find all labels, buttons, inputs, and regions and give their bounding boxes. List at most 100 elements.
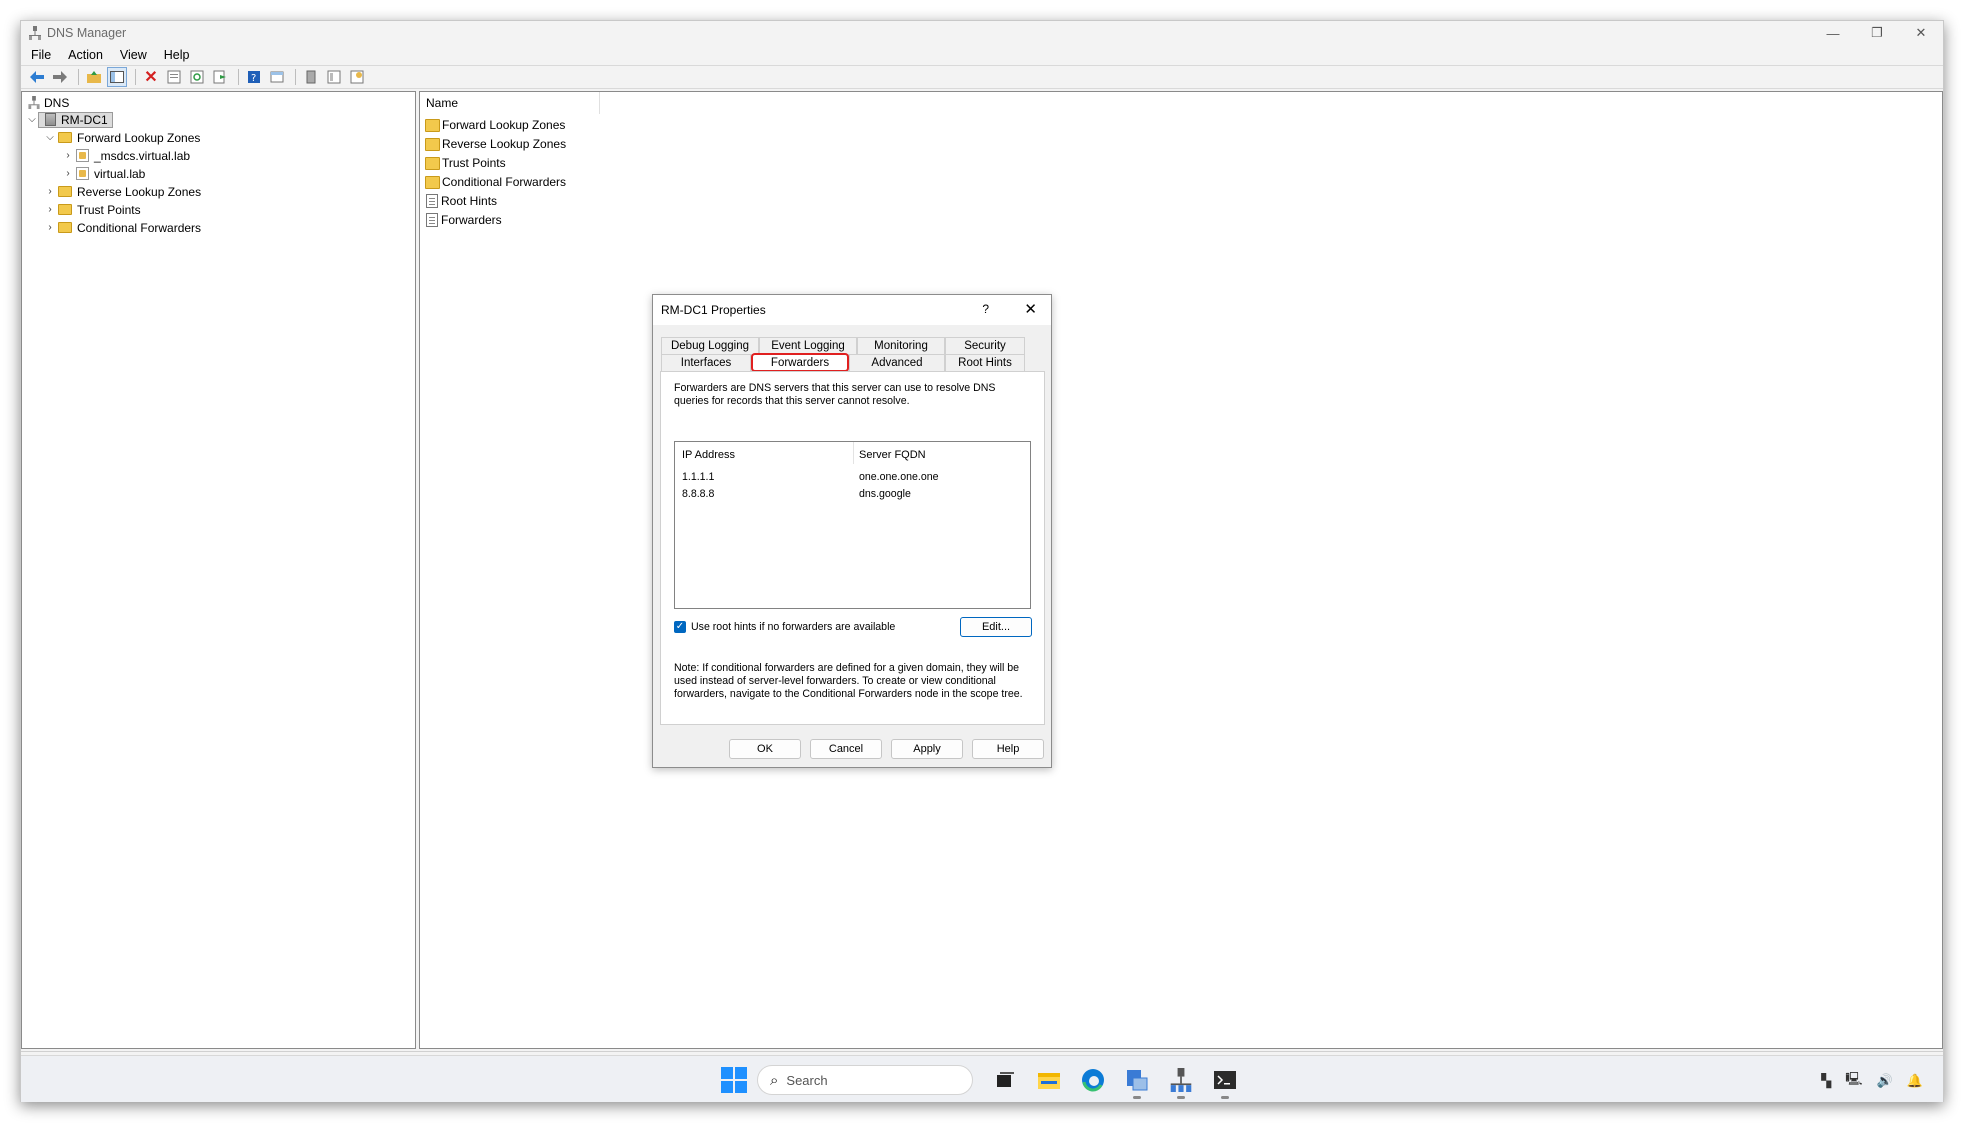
notification-bell-icon[interactable]: 🔔 [1907, 1073, 1923, 1089]
tree-node-trust-points[interactable]: › Trust Points [44, 201, 140, 218]
taskbar: ⌕ Search ▚ 🖳 🔊 🔔 [21, 1055, 1943, 1102]
tab-root-hints[interactable]: Root Hints [945, 354, 1025, 371]
network-icon[interactable]: 🖳 [1845, 1070, 1862, 1092]
file-explorer-icon[interactable] [1035, 1066, 1063, 1094]
use-root-hints-checkbox[interactable]: ✓ [674, 621, 686, 633]
dns-manager-taskbar-icon[interactable] [1167, 1066, 1195, 1099]
edit-button[interactable]: Edit... [960, 617, 1032, 637]
forwarders-list[interactable]: IP Address Server FQDN 1.1.1.1 one.one.o… [674, 441, 1031, 609]
tree-label-server: RM-DC1 [61, 112, 108, 127]
list-item[interactable]: Forwarders [424, 211, 502, 229]
server-properties-dialog: RM-DC1 Properties ? ✕ Debug Logging Even… [652, 294, 1052, 768]
menu-help[interactable]: Help [164, 48, 190, 62]
server-manager-icon[interactable] [1123, 1066, 1151, 1099]
edge-browser-icon[interactable] [1079, 1066, 1107, 1094]
apply-button[interactable]: Apply [891, 739, 963, 759]
tree-node-conditional-forwarders[interactable]: › Conditional Forwarders [44, 219, 201, 236]
export-list-icon[interactable] [210, 67, 230, 87]
ok-button[interactable]: OK [729, 739, 801, 759]
menu-action[interactable]: Action [68, 48, 103, 62]
tab-forwarders[interactable]: Forwarders [751, 353, 849, 372]
tab-debug-logging[interactable]: Debug Logging [661, 337, 759, 354]
tree-node-dns[interactable]: DNS [26, 94, 69, 111]
tree-label-dns: DNS [44, 95, 70, 110]
column-header-name[interactable]: Name [420, 92, 600, 114]
chevron-right-icon[interactable]: › [62, 150, 74, 161]
cancel-button[interactable]: Cancel [810, 739, 882, 759]
taskbar-search[interactable]: ⌕ Search [757, 1065, 973, 1095]
chevron-down-icon[interactable]: ⌵ [44, 132, 56, 143]
console-view-icon[interactable] [267, 67, 287, 87]
dns-icon [28, 96, 40, 109]
refresh-icon[interactable] [187, 67, 207, 87]
list-item-label: Forwarders [441, 213, 502, 227]
document-icon [426, 213, 438, 227]
list-item-label: Forward Lookup Zones [442, 118, 566, 132]
menu-view[interactable]: View [120, 48, 147, 62]
chevron-right-icon[interactable]: › [62, 168, 74, 179]
list-item[interactable]: Root Hints [424, 192, 497, 210]
menu-bar: File Action View Help [21, 45, 1943, 65]
chevron-right-icon[interactable]: › [44, 222, 56, 233]
server-icon[interactable] [301, 67, 321, 87]
delete-icon[interactable]: ✕ [141, 67, 161, 87]
chevron-right-icon[interactable]: › [44, 186, 56, 197]
tree-node-zone-virtual-lab[interactable]: › virtual.lab [62, 165, 145, 182]
zone-list-icon[interactable] [324, 67, 344, 87]
windows-start-icon[interactable] [721, 1067, 747, 1093]
properties-icon[interactable] [164, 67, 184, 87]
list-item[interactable]: Trust Points [424, 154, 506, 172]
help-button[interactable]: Help [972, 739, 1044, 759]
terminal-icon[interactable] [1211, 1066, 1239, 1099]
folder-icon [425, 137, 440, 151]
toolbar-separator [295, 69, 296, 85]
document-icon [426, 194, 438, 208]
help-icon[interactable]: ? [244, 67, 264, 87]
column-header-ip[interactable]: IP Address [682, 449, 735, 461]
help-question-icon[interactable]: ? [982, 302, 989, 316]
list-item[interactable]: Conditional Forwarders [424, 173, 566, 191]
record-icon[interactable] [347, 67, 367, 87]
toolbar-separator [238, 69, 239, 85]
folder-icon [58, 132, 72, 143]
restore-button[interactable]: ❐ [1855, 21, 1899, 45]
forward-icon[interactable] [50, 67, 70, 87]
list-item[interactable]: Forward Lookup Zones [424, 116, 565, 134]
tree-node-reverse-zones[interactable]: › Reverse Lookup Zones [44, 183, 201, 200]
selected-server-node[interactable]: RM-DC1 [38, 111, 113, 128]
server-icon [45, 113, 56, 126]
tab-advanced[interactable]: Advanced [849, 354, 945, 371]
tree-node-server[interactable]: ⌵ RM-DC1 [26, 111, 113, 128]
tab-monitoring[interactable]: Monitoring [857, 337, 945, 354]
list-item[interactable]: Reverse Lookup Zones [424, 135, 566, 153]
tab-event-logging[interactable]: Event Logging [759, 337, 857, 354]
tab-interfaces[interactable]: Interfaces [661, 354, 751, 371]
volume-icon[interactable]: 🔊 [1877, 1073, 1893, 1089]
forwarder-ip[interactable]: 8.8.8.8 [682, 488, 714, 500]
forwarder-ip[interactable]: 1.1.1.1 [682, 471, 714, 483]
task-view-icon[interactable] [991, 1066, 1019, 1094]
close-icon[interactable]: ✕ [1024, 300, 1037, 318]
show-hide-tree-icon[interactable] [107, 67, 127, 87]
tray-app-icon[interactable]: ▚ [1821, 1073, 1831, 1089]
column-header-fqdn[interactable]: Server FQDN [859, 449, 926, 461]
tree-label-forward-zones: Forward Lookup Zones [77, 130, 201, 145]
forwarder-fqdn: dns.google [859, 488, 911, 500]
tree-node-zone-msdcs[interactable]: › _msdcs.virtual.lab [62, 147, 190, 164]
list-item-label: Reverse Lookup Zones [442, 137, 567, 151]
close-window-button[interactable]: ✕ [1899, 21, 1943, 45]
chevron-down-icon[interactable]: ⌵ [26, 114, 38, 125]
minimize-button[interactable]: — [1811, 21, 1855, 45]
tab-row-bottom: Interfaces Forwarders Advanced Root Hint… [661, 353, 1025, 372]
tree-label-zone: _msdcs.virtual.lab [94, 148, 191, 163]
tree-node-forward-zones[interactable]: ⌵ Forward Lookup Zones [44, 129, 200, 146]
use-root-hints-label: Use root hints if no forwarders are avai… [691, 621, 896, 633]
menu-file[interactable]: File [31, 48, 51, 62]
back-icon[interactable] [27, 67, 47, 87]
chevron-right-icon[interactable]: › [44, 204, 56, 215]
tab-row-top: Debug Logging Event Logging Monitoring S… [661, 337, 1025, 354]
forwarders-description: Forwarders are DNS servers that this ser… [674, 382, 996, 407]
list-item-label: Trust Points [442, 156, 506, 170]
tab-security[interactable]: Security [945, 337, 1025, 354]
up-folder-icon[interactable] [84, 67, 104, 87]
